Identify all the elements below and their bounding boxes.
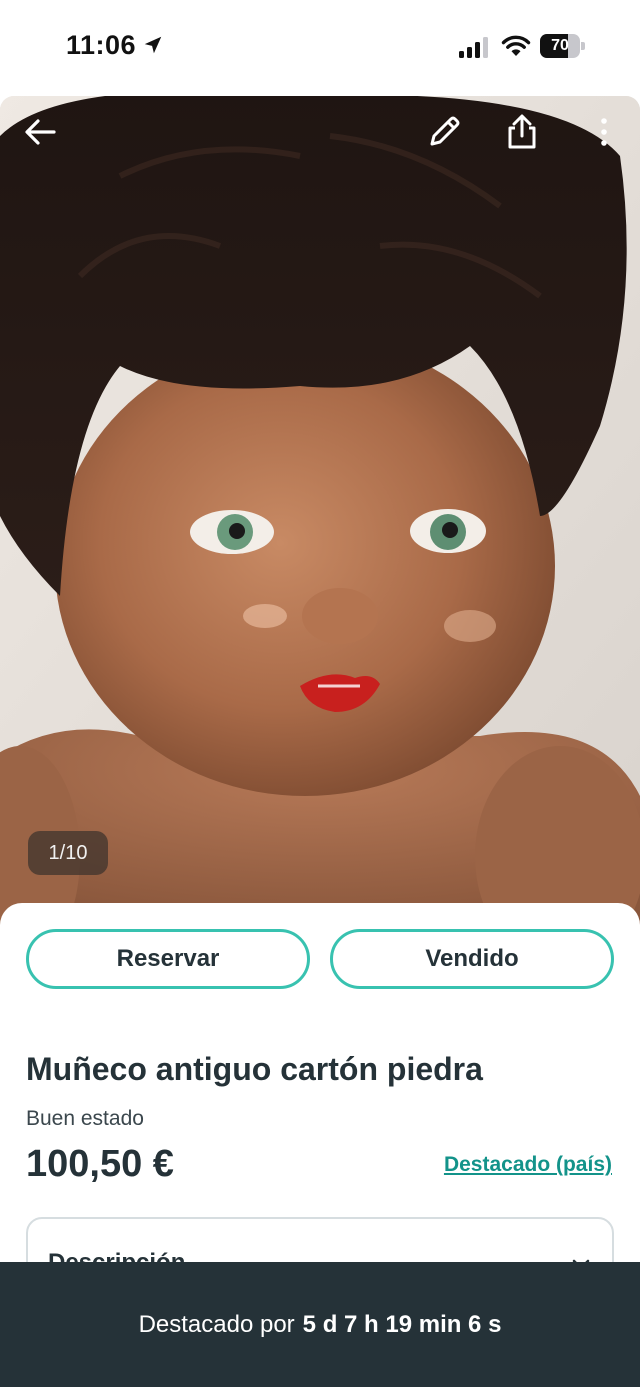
wifi-icon [501, 35, 531, 56]
featured-countdown-bar: Destacado por 5 d 7 h 19 min 6 s [0, 1262, 640, 1387]
pencil-icon [430, 116, 460, 146]
status-time: 11:06 [66, 30, 137, 60]
product-price: 100,50 € [26, 1143, 174, 1185]
doll-image [0, 96, 640, 926]
battery-level: 70 [551, 37, 569, 54]
image-counter: 1/10 [28, 831, 108, 875]
cellular-signal-icon [459, 37, 488, 58]
arrow-left-icon [25, 119, 56, 145]
share-icon [508, 114, 536, 149]
share-button[interactable] [498, 108, 546, 156]
battery-indicator: 70 [540, 34, 586, 58]
featured-countdown: 5 d 7 h 19 min 6 s [302, 1310, 502, 1338]
product-condition: Buen estado [26, 1107, 144, 1130]
more-options-button[interactable] [580, 108, 628, 156]
featured-link[interactable]: Destacado (país) [444, 1153, 612, 1177]
product-title: Muñeco antiguo cartón piedra [26, 1051, 483, 1087]
location-arrow-icon [144, 36, 162, 54]
product-photo[interactable]: 1/10 [0, 96, 640, 926]
edit-button[interactable] [420, 108, 468, 156]
back-button[interactable] [16, 108, 64, 156]
status-bar: 11:06 70 [0, 0, 640, 96]
sold-button[interactable]: Vendido [330, 929, 614, 989]
more-vertical-icon [601, 118, 607, 146]
featured-prefix: Destacado por [138, 1310, 295, 1338]
reserve-button[interactable]: Reservar [26, 929, 310, 989]
